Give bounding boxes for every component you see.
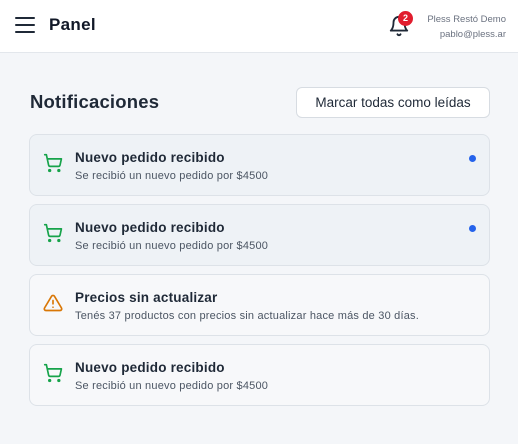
mark-all-read-button[interactable]: Marcar todas como leídas [296,87,490,118]
notification-description: Se recibió un nuevo pedido por $4500 [75,240,269,252]
cart-icon [43,223,63,243]
notification-description: Tenés 37 productos con precios sin actua… [75,310,420,322]
notification-item[interactable]: Nuevo pedido recibido Se recibió un nuevo… [29,344,490,406]
unread-indicator [469,225,476,232]
notification-list: Nuevo pedido recibido Se recibió un nuevo… [29,134,490,414]
app-title: Panel [49,15,96,34]
warning-icon [43,293,63,313]
top-bar: Panel 2 Pless Restó Demo pablo@pless.ar [0,0,518,53]
user-email: pablo@pless.ar [439,29,506,40]
notification-title: Nuevo pedido recibido [75,360,225,375]
page-title: Notificaciones [30,91,160,112]
unread-indicator [469,155,476,162]
cart-icon [43,153,63,173]
notification-description: Se recibió un nuevo pedido por $4500 [75,380,269,392]
notification-title: Nuevo pedido recibido [75,220,225,235]
notification-item[interactable]: Precios sin actualizar Tenés 37 productos… [29,274,490,336]
notification-description: Se recibió un nuevo pedido por $4500 [75,170,269,182]
user-name: Pless Restó Demo [427,14,506,25]
notification-item[interactable]: Nuevo pedido recibido Se recibió un nuevo… [29,134,490,196]
cart-icon [43,363,63,383]
notification-item[interactable]: Nuevo pedido recibido Se recibió un nuevo… [29,204,490,266]
user-info[interactable]: Pless Restó Demo pablo@pless.ar [427,12,506,42]
notification-count-badge: 2 [398,11,413,26]
notification-title: Precios sin actualizar [75,290,218,305]
notification-title: Nuevo pedido recibido [75,150,225,165]
menu-icon[interactable] [15,17,35,35]
